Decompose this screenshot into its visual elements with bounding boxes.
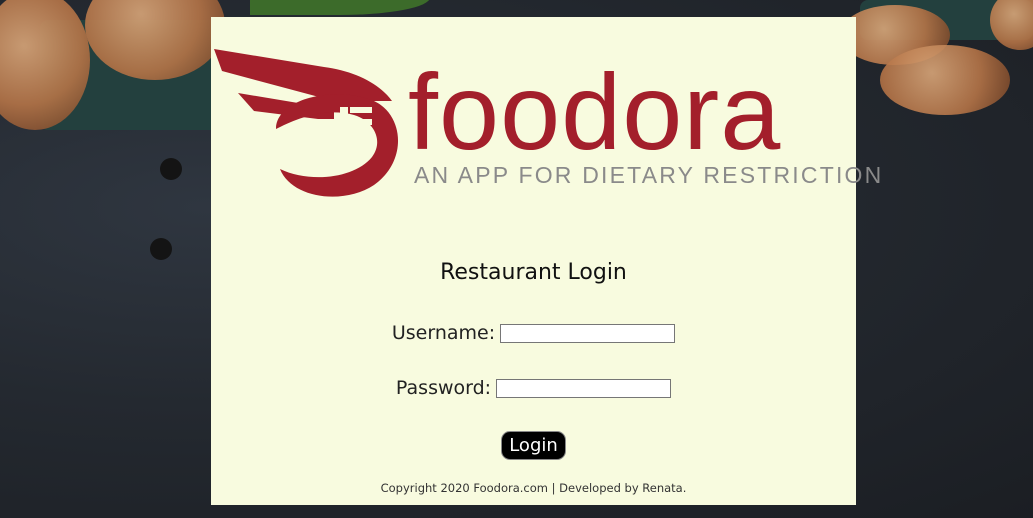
foodora-logo: foodora AN APP FOR DIETARY RESTRICTION bbox=[211, 47, 881, 217]
page-title: Restaurant Login bbox=[440, 260, 627, 285]
username-input[interactable] bbox=[500, 323, 676, 343]
fork-plate-icon bbox=[214, 49, 399, 197]
password-row: Password: bbox=[211, 377, 856, 399]
logo-wordmark: foodora bbox=[408, 51, 782, 172]
logo-tagline: AN APP FOR DIETARY RESTRICTION bbox=[414, 162, 884, 188]
copyright-footer: Copyright 2020 Foodora.com | Developed b… bbox=[380, 481, 687, 495]
login-button[interactable]: Login bbox=[501, 431, 566, 460]
username-row: Username: bbox=[211, 322, 856, 344]
password-input[interactable] bbox=[496, 378, 672, 398]
login-card: foodora AN APP FOR DIETARY RESTRICTION R… bbox=[211, 17, 881, 505]
username-label: Username: bbox=[391, 322, 496, 344]
password-label: Password: bbox=[395, 377, 492, 399]
